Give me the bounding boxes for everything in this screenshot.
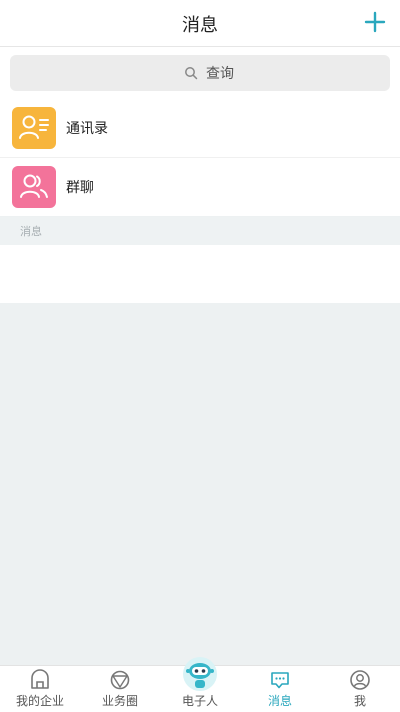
plus-icon[interactable] — [362, 9, 388, 35]
home-icon — [31, 669, 49, 689]
group-icon — [12, 166, 56, 208]
tab-my-enterprise[interactable]: 我的企业 — [0, 666, 80, 712]
tab-label: 消息 — [267, 694, 292, 708]
contacts-label: 通讯录 — [66, 121, 108, 137]
search-placeholder: 查询 — [206, 66, 234, 82]
tab-me[interactable]: 我 — [320, 666, 400, 712]
bottom-tab-bar: 我的企业 业务圈 电子人 消息 我 — [0, 657, 400, 712]
tab-business-circle[interactable]: 业务圈 — [80, 666, 160, 712]
top-bar: 消息 — [0, 0, 400, 47]
profile-icon — [350, 670, 370, 690]
circle-icon — [110, 670, 130, 690]
section-header: 消息 — [0, 217, 400, 245]
search-area: 查询 — [0, 47, 400, 99]
group-chat-label: 群聊 — [66, 180, 94, 196]
section-title: 消息 — [20, 225, 42, 238]
tab-label: 我的企业 — [15, 694, 64, 708]
list-item-group-chat[interactable]: 群聊 — [0, 158, 400, 216]
tab-label: 业务圈 — [101, 694, 138, 708]
message-icon — [271, 672, 289, 689]
page-title: 消息 — [182, 15, 218, 36]
search-icon — [185, 67, 198, 80]
tab-messages[interactable]: 消息 — [240, 666, 320, 712]
tab-digital-person[interactable]: 电子人 — [160, 657, 240, 712]
contacts-icon — [12, 107, 56, 149]
search-input[interactable]: 查询 — [10, 55, 390, 91]
tab-label: 我 — [353, 694, 366, 708]
message-list — [0, 245, 400, 303]
list-item-contacts[interactable]: 通讯录 — [0, 99, 400, 158]
tab-label: 电子人 — [181, 694, 218, 708]
robot-icon — [183, 657, 217, 691]
